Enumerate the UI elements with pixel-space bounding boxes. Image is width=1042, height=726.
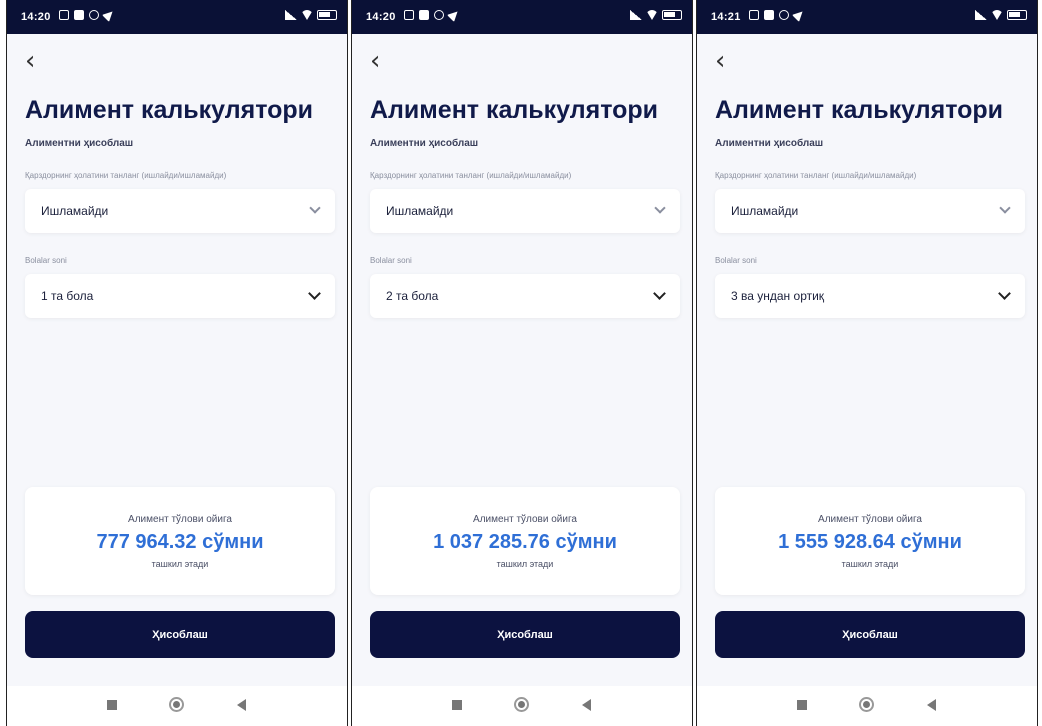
back-icon[interactable]: ‹	[370, 48, 392, 74]
page-subtitle: Алиментни ҳисоблаш	[370, 138, 479, 149]
children-count-value: 3 ва ундан ортиқ	[731, 289, 825, 303]
phone-screen-2: 14:20 ‹ Алимент калькулятори Алиментни ҳ…	[351, 0, 693, 726]
battery-icon	[1007, 10, 1027, 20]
signal-icon	[630, 10, 642, 20]
chevron-down-icon	[653, 287, 666, 300]
android-nav-bar	[697, 686, 1037, 726]
page-title: Алимент калькулятори	[370, 96, 659, 124]
result-card: Алимент тўлови ойига 1 555 928.64 сўмни …	[715, 487, 1025, 595]
send-icon	[791, 7, 807, 23]
wifi-icon	[301, 10, 313, 20]
message-icon	[749, 10, 759, 20]
chevron-down-icon	[998, 287, 1011, 300]
wifi-icon	[991, 10, 1003, 20]
app-icon	[74, 10, 84, 20]
debtor-status-value: Ишламайди	[386, 204, 454, 218]
phone-screen-1: 14:20 ‹ Алимент калькулятори Алиментни ҳ…	[6, 0, 348, 726]
notification-icons	[59, 7, 117, 23]
debtor-status-label: Қарздорнинг ҳолатини танланг (ишлайди/иш…	[25, 171, 227, 180]
phone-screen-3: 14:21 ‹ Алимент калькулятори Алиментни ҳ…	[696, 0, 1038, 726]
home-icon[interactable]	[514, 697, 529, 712]
debtor-status-select[interactable]: Ишламайди	[370, 189, 680, 233]
children-count-label: Bolalar soni	[25, 256, 67, 265]
status-time: 14:20	[21, 11, 51, 23]
android-nav-bar	[7, 686, 347, 726]
page-subtitle: Алиментни ҳисоблаш	[715, 138, 824, 149]
children-count-select[interactable]: 3 ва ундан ортиқ	[715, 274, 1025, 318]
home-icon[interactable]	[859, 697, 874, 712]
children-count-label: Bolalar soni	[370, 256, 412, 265]
nav-back-icon[interactable]	[927, 699, 936, 711]
chevron-down-icon	[308, 287, 321, 300]
android-nav-bar	[352, 686, 692, 726]
screenshots-row: 14:20 ‹ Алимент калькулятори Алиментни ҳ…	[6, 0, 1038, 726]
children-count-select[interactable]: 2 та бола	[370, 274, 680, 318]
status-time: 14:20	[366, 11, 396, 23]
debtor-status-value: Ишламайди	[41, 204, 109, 218]
signal-icon	[975, 10, 987, 20]
app-icon	[419, 10, 429, 20]
page-subtitle: Алиментни ҳисоблаш	[25, 138, 134, 149]
children-count-select[interactable]: 1 та бола	[25, 274, 335, 318]
notification-icons	[404, 7, 462, 23]
nav-back-icon[interactable]	[582, 699, 591, 711]
page-title: Алимент калькулятори	[715, 96, 1004, 124]
chevron-down-icon	[309, 202, 321, 214]
system-icons	[630, 10, 682, 20]
message-icon	[59, 10, 69, 20]
debtor-status-label: Қарздорнинг ҳолатини танланг (ишлайди/иш…	[715, 171, 917, 180]
calculate-button[interactable]: Ҳисоблаш	[370, 611, 680, 658]
nav-back-icon[interactable]	[237, 699, 246, 711]
status-bar: 14:20	[7, 0, 347, 34]
result-caption: Алимент тўлови ойига	[818, 514, 922, 525]
recent-apps-icon[interactable]	[452, 700, 462, 710]
app-icon	[764, 10, 774, 20]
battery-icon	[317, 10, 337, 20]
send-icon	[101, 7, 117, 23]
result-suffix: ташкил этади	[151, 559, 209, 569]
system-icons	[285, 10, 337, 20]
wifi-icon	[646, 10, 658, 20]
result-card: Алимент тўлови ойига 777 964.32 сўмни та…	[25, 487, 335, 595]
page-title: Алимент калькулятори	[25, 96, 314, 124]
result-suffix: ташкил этади	[496, 559, 554, 569]
calculate-button[interactable]: Ҳисоблаш	[25, 611, 335, 658]
debtor-status-select[interactable]: Ишламайди	[25, 189, 335, 233]
result-amount: 1 037 285.76 сўмни	[433, 531, 617, 553]
result-caption: Алимент тўлови ойига	[128, 514, 232, 525]
google-icon	[89, 10, 99, 20]
message-icon	[404, 10, 414, 20]
children-count-value: 2 та бола	[386, 289, 439, 303]
send-icon	[446, 7, 462, 23]
battery-icon	[662, 10, 682, 20]
chevron-down-icon	[654, 202, 666, 214]
status-bar: 14:21	[697, 0, 1037, 34]
children-count-label: Bolalar soni	[715, 256, 757, 265]
result-amount: 777 964.32 сўмни	[96, 531, 264, 553]
back-icon[interactable]: ‹	[715, 48, 737, 74]
result-card: Алимент тўлови ойига 1 037 285.76 сўмни …	[370, 487, 680, 595]
children-count-value: 1 та бола	[41, 289, 94, 303]
status-time: 14:21	[711, 11, 741, 23]
debtor-status-label: Қарздорнинг ҳолатини танланг (ишлайди/иш…	[370, 171, 572, 180]
calculate-button[interactable]: Ҳисоблаш	[715, 611, 1025, 658]
google-icon	[434, 10, 444, 20]
recent-apps-icon[interactable]	[797, 700, 807, 710]
result-amount: 1 555 928.64 сўмни	[778, 531, 962, 553]
notification-icons	[749, 7, 807, 23]
system-icons	[975, 10, 1027, 20]
signal-icon	[285, 10, 297, 20]
back-icon[interactable]: ‹	[25, 48, 47, 74]
home-icon[interactable]	[169, 697, 184, 712]
debtor-status-value: Ишламайди	[731, 204, 799, 218]
chevron-down-icon	[999, 202, 1011, 214]
result-caption: Алимент тўлови ойига	[473, 514, 577, 525]
debtor-status-select[interactable]: Ишламайди	[715, 189, 1025, 233]
result-suffix: ташкил этади	[841, 559, 899, 569]
google-icon	[779, 10, 789, 20]
status-bar: 14:20	[352, 0, 692, 34]
recent-apps-icon[interactable]	[107, 700, 117, 710]
